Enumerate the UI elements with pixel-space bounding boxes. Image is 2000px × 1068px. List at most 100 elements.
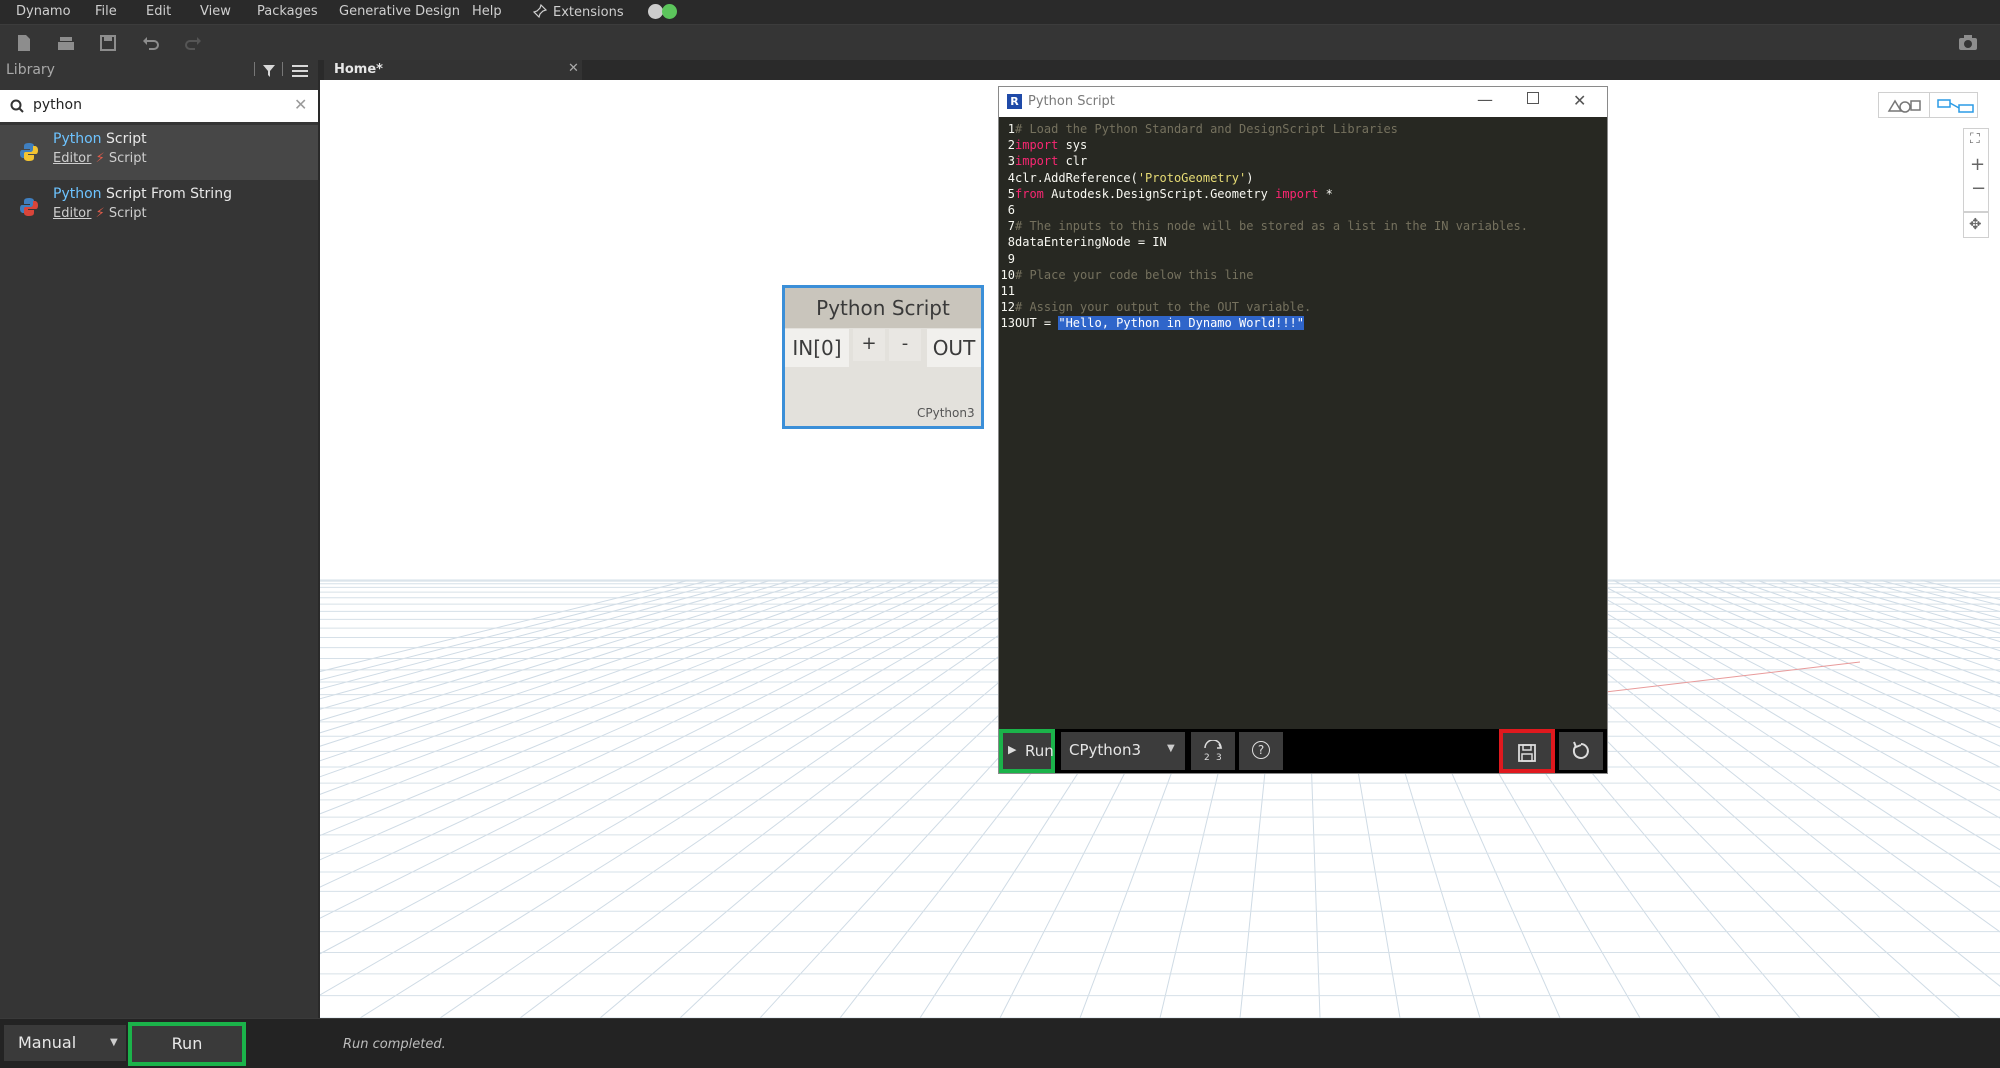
code-token: "Hello, Python in Dynamo World!!!" (1058, 316, 1304, 331)
code-line[interactable]: 8dataEnteringNode = IN (999, 235, 1167, 251)
svg-text:2: 2 (1204, 753, 1210, 762)
chevron-down-icon: ▼ (110, 1037, 118, 1048)
run-mode-dropdown[interactable]: Manual ▼ (4, 1025, 126, 1061)
revert-icon (1572, 741, 1589, 759)
code-token: import (1015, 154, 1059, 169)
list-view-icon[interactable] (292, 64, 308, 78)
pan-icon: ✥ (1969, 215, 1982, 233)
menu-bar: Dynamo File Edit View Packages Generativ… (0, 0, 2000, 24)
save-icon[interactable] (98, 33, 118, 53)
result-subtitle: Editor ⚡ Script (53, 151, 147, 166)
menu-extensions-label: Extensions (553, 5, 624, 20)
remove-input-button[interactable]: - (889, 329, 921, 361)
menu-dynamo[interactable]: Dynamo (16, 4, 71, 19)
menu-edit[interactable]: Edit (146, 4, 171, 19)
toolbar (0, 24, 2000, 60)
code-line[interactable]: 3import clr (999, 154, 1088, 170)
menu-file[interactable]: File (95, 4, 117, 19)
convert-icon: 23 (1204, 740, 1223, 762)
clear-search-icon[interactable]: ✕ (294, 95, 307, 114)
line-number: 2 (1007, 138, 1015, 153)
convert-2to3-button[interactable]: 23 (1191, 732, 1235, 770)
code-line[interactable]: 6 (999, 203, 1015, 219)
zoom-out-icon[interactable]: − (1971, 178, 1986, 199)
menu-extensions[interactable]: Extensions (532, 3, 624, 20)
code-token: clr (1058, 154, 1088, 169)
minimize-icon[interactable]: — (1477, 90, 1493, 109)
code-token: Autodesk.DesignScript.Geometry (1043, 186, 1276, 201)
new-file-icon[interactable] (14, 33, 34, 53)
line-number: 5 (1007, 186, 1015, 201)
zoom-to-fit-icon[interactable]: ⛶ (1970, 131, 1980, 147)
input-port[interactable]: IN[0] (785, 329, 849, 367)
code-line[interactable]: 2import sys (999, 138, 1088, 154)
line-number: 12 (1000, 300, 1015, 315)
pan-control[interactable]: ✥ (1963, 212, 1989, 238)
code-line[interactable]: 13OUT = "Hello, Python in Dynamo World!!… (999, 316, 1304, 332)
close-window-icon[interactable]: ✕ (1573, 91, 1586, 110)
add-input-button[interactable]: + (853, 329, 885, 361)
code-line[interactable]: 10# Place your code below this line (999, 267, 1254, 284)
code-line[interactable]: 7# The inputs to this node will be store… (999, 219, 1528, 235)
result-category[interactable]: Editor (53, 206, 91, 221)
open-file-icon[interactable] (56, 33, 76, 53)
zoom-in-icon[interactable]: + (1970, 154, 1985, 175)
menu-packages[interactable]: Packages (257, 4, 318, 19)
library-search-box[interactable]: python ✕ (0, 90, 318, 122)
close-tab-icon[interactable]: ✕ (568, 61, 579, 76)
python-editor-window: R Python Script — ✕ 1# Load the Python S… (998, 86, 1608, 774)
python-script-node[interactable]: Python Script IN[0] + - OUT CPython3 (782, 285, 984, 429)
view-toggle (1878, 92, 1978, 118)
run-button[interactable]: Run (128, 1022, 246, 1066)
line-number: 10 (1000, 267, 1015, 282)
output-port[interactable]: OUT (927, 329, 981, 367)
filter-icon[interactable] (262, 64, 276, 78)
menu-view[interactable]: View (200, 4, 231, 19)
line-number: 3 (1007, 154, 1015, 169)
menu-help[interactable]: Help (472, 4, 502, 19)
notification-indicator[interactable] (648, 4, 680, 20)
code-line[interactable]: 11 (999, 284, 1015, 300)
code-token: # Load the Python Standard and DesignScr… (1015, 122, 1398, 136)
code-token: # Assign your output to the OUT variable… (1015, 300, 1312, 315)
node-title: Python Script (785, 288, 981, 328)
tab-home[interactable]: Home* ✕ (324, 60, 582, 80)
redo-icon (185, 37, 201, 50)
result-category[interactable]: Editor (53, 151, 91, 166)
geometry-view-icon[interactable] (1887, 97, 1923, 115)
line-number: 13 (1000, 316, 1015, 331)
result-title: Python Script (53, 131, 147, 147)
code-line[interactable]: 12# Assign your output to the OUT variab… (999, 300, 1312, 316)
search-input[interactable]: python (33, 97, 82, 113)
revert-button[interactable] (1559, 732, 1603, 770)
python-icon (20, 143, 38, 161)
save-changes-button[interactable] (1499, 729, 1555, 773)
code-line[interactable]: 4clr.AddReference('ProtoGeometry') (999, 170, 1254, 187)
editor-footer: ▶ Run CPython3 ▼ 23 ? (999, 729, 1607, 773)
engine-dropdown[interactable]: CPython3 ▼ (1061, 732, 1185, 770)
code-line[interactable]: 5from Autodesk.DesignScript.Geometry imp… (999, 187, 1333, 203)
run-status: Run completed. (343, 1037, 446, 1052)
code-token: import (1275, 186, 1319, 201)
code-line[interactable]: 1# Load the Python Standard and DesignSc… (999, 122, 1398, 138)
graph-view-icon[interactable] (1937, 97, 1975, 115)
play-icon: ▶ (1008, 743, 1017, 756)
menu-generative-design[interactable]: Generative Design (339, 4, 460, 19)
code-line[interactable]: 9 (999, 252, 1015, 268)
editor-title-bar: R Python Script — ✕ (999, 87, 1607, 117)
workspace-tab-bar: Home* ✕ (318, 60, 2000, 80)
undo-icon[interactable] (141, 33, 161, 53)
maximize-icon[interactable] (1527, 92, 1539, 104)
python-string-icon (20, 198, 38, 216)
camera-icon[interactable] (1958, 33, 1978, 53)
help-icon: ? (1252, 741, 1270, 759)
library-result-python-script-from-string[interactable]: Python Script From String Editor ⚡ Scrip… (0, 180, 318, 235)
editor-run-button[interactable]: ▶ Run (999, 729, 1055, 773)
library-result-python-script[interactable]: Python Script Editor ⚡ Script (0, 125, 318, 180)
lightning-icon: ⚡ (95, 151, 105, 166)
line-number: 4 (1007, 170, 1015, 185)
code-token: # The inputs to this node will be stored… (1015, 219, 1528, 234)
help-button[interactable]: ? (1239, 732, 1283, 770)
code-editor[interactable]: 1# Load the Python Standard and DesignSc… (999, 117, 1607, 729)
line-number: 1 (1007, 122, 1015, 136)
